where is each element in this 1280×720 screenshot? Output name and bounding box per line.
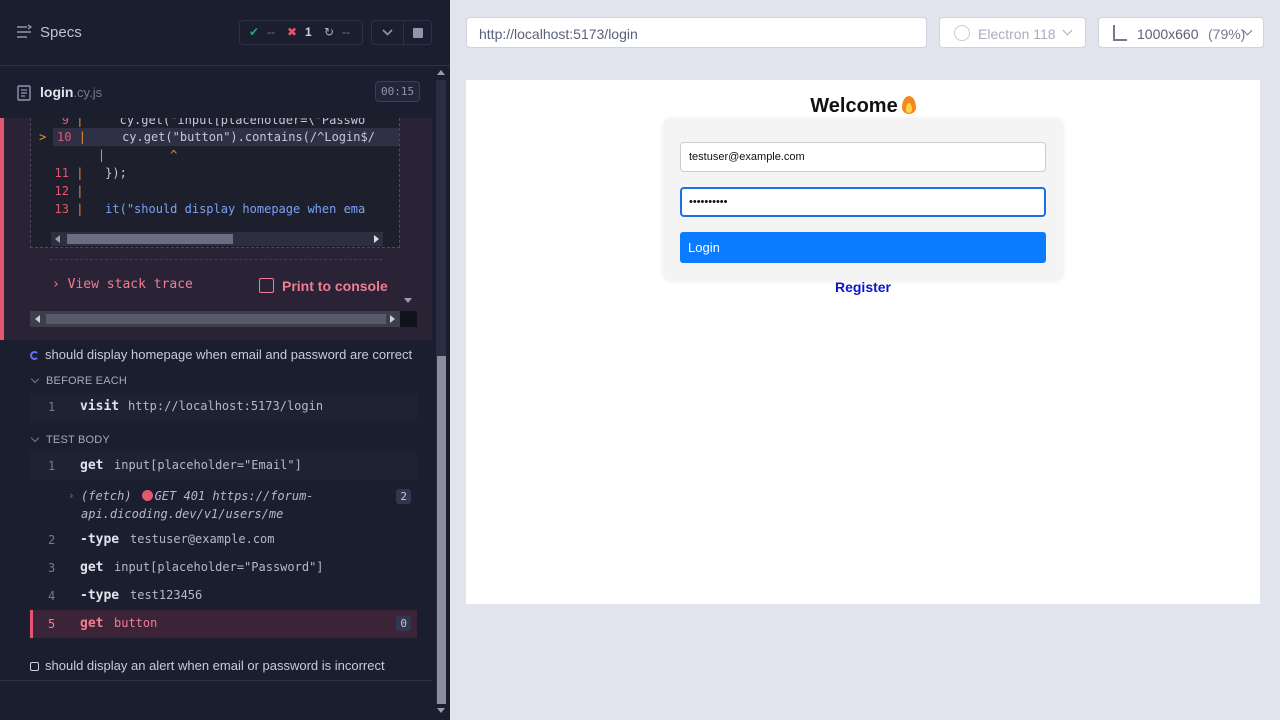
browser-label: Electron 118 — [978, 26, 1056, 42]
code-line: 12 | — [54, 184, 84, 198]
chevron-right-icon: › — [52, 277, 60, 292]
welcome-heading: Welcome — [466, 95, 1260, 118]
print-to-console-button[interactable]: Print to console — [282, 278, 388, 294]
password-input[interactable] — [680, 187, 1046, 217]
arrow-right-icon[interactable] — [390, 315, 395, 323]
ruler-icon — [1113, 25, 1127, 41]
email-input[interactable] — [680, 142, 1046, 172]
test-stats: ✔ -- ✖ 1 ↻ -- — [239, 20, 363, 45]
reporter-scrollbar[interactable] — [432, 66, 450, 720]
command-row[interactable]: 1 get input[placeholder="Email"] — [30, 452, 417, 480]
chevron-down-icon — [382, 29, 393, 36]
pending-icon: ↻ — [324, 25, 335, 39]
fire-icon — [901, 96, 916, 114]
code-line: > 10 | cy.get("button").contains(/^Login… — [39, 130, 375, 144]
before-each-header[interactable]: BEFORE EACH — [30, 374, 127, 387]
code-line: 13 | it("should display homepage when em… — [54, 202, 366, 216]
print-icon[interactable] — [259, 278, 274, 293]
test-body-header[interactable]: TEST BODY — [30, 433, 110, 446]
test-title-pending[interactable]: should display an alert when email or pa… — [30, 658, 385, 673]
specs-title[interactable]: Specs — [40, 24, 82, 41]
spec-duration: 00:15 — [375, 81, 421, 102]
fetch-count-badge: 2 — [396, 489, 411, 504]
chevron-down-button[interactable] — [371, 20, 404, 45]
fetch-log-row[interactable]: › (fetch) GET 401 https://forum-api.dicod… — [30, 483, 417, 525]
scrollbar-thumb[interactable] — [437, 356, 446, 704]
running-icon — [30, 351, 39, 360]
check-icon: ✔ — [249, 25, 260, 39]
viewport-selector[interactable]: 1000x660 (79%) — [1098, 17, 1264, 48]
specs-header: Specs ✔ -- ✖ 1 ↻ -- — [0, 0, 450, 66]
error-dot-icon — [141, 490, 153, 501]
command-row[interactable]: 4 -type test123456 — [30, 582, 417, 610]
register-link[interactable]: Register — [466, 279, 1260, 295]
failed-count: 1 — [305, 25, 312, 39]
error-vertical-scrollbar[interactable] — [400, 118, 415, 310]
command-count-badge: 0 — [396, 616, 411, 631]
chevron-down-icon — [30, 374, 40, 384]
browser-selector[interactable]: Electron 118 — [939, 17, 1086, 48]
x-icon: ✖ — [287, 25, 298, 39]
scrollbar-thumb[interactable] — [46, 314, 386, 324]
arrow-left-icon[interactable] — [35, 315, 40, 323]
fail-accent — [30, 610, 33, 638]
chevron-down-icon — [30, 433, 40, 443]
error-block: 9 | cy.get("input[placeholder=\"Passwo >… — [0, 118, 432, 340]
command-row-failed[interactable]: 5 get button 0 — [30, 610, 417, 638]
error-accent — [0, 118, 4, 340]
passed-count: -- — [267, 25, 275, 39]
scrollbar-corner — [400, 311, 417, 327]
pending-count: -- — [342, 25, 350, 39]
viewport-size: 1000x660 — [1137, 26, 1199, 42]
reporter-panel: Specs ✔ -- ✖ 1 ↻ -- login.cy.js 00:15 9 … — [0, 0, 450, 720]
viewport-zoom: (79%) — [1208, 26, 1246, 42]
spec-file-ext: .cy.js — [73, 85, 103, 100]
command-row[interactable]: 1 visit http://localhost:5173/login — [30, 393, 417, 421]
error-horizontal-scrollbar[interactable] — [30, 311, 400, 327]
code-line: 11 | }); — [54, 166, 127, 180]
divider — [0, 680, 432, 681]
code-frame-scrollbar[interactable] — [51, 232, 383, 246]
url-text: http://localhost:5173/login — [479, 26, 638, 42]
spec-file-row[interactable]: login.cy.js 00:15 — [0, 66, 432, 118]
login-form: Login — [663, 118, 1063, 280]
chevron-right-icon[interactable]: › — [68, 489, 75, 502]
arrow-left-icon[interactable] — [55, 235, 60, 243]
arrow-down-icon[interactable] — [404, 298, 412, 303]
square-icon — [30, 662, 39, 671]
spec-file-name: login.cy.js — [40, 84, 103, 100]
app-under-test: Welcome Login Register — [466, 80, 1260, 604]
electron-icon — [954, 25, 970, 41]
code-frame: 9 | cy.get("input[placeholder=\"Passwo >… — [30, 118, 400, 248]
arrow-up-icon[interactable] — [437, 70, 445, 75]
menu-icon[interactable] — [16, 24, 32, 40]
code-line: | ^ — [97, 148, 178, 162]
test-title-running[interactable]: should display homepage when email and p… — [30, 347, 412, 362]
chevron-down-icon — [1062, 25, 1073, 36]
scrollbar-thumb[interactable] — [67, 234, 233, 244]
command-row[interactable]: 2 -type testuser@example.com — [30, 526, 417, 554]
arrow-down-icon[interactable] — [437, 708, 445, 713]
file-icon — [17, 85, 31, 101]
view-stack-trace-button[interactable]: › View stack trace — [52, 277, 193, 292]
divider — [50, 259, 382, 260]
stop-button[interactable] — [404, 20, 432, 45]
login-button[interactable]: Login — [680, 232, 1046, 263]
command-row[interactable]: 3 get input[placeholder="Password"] — [30, 554, 417, 582]
arrow-right-icon[interactable] — [374, 235, 379, 243]
url-bar[interactable]: http://localhost:5173/login — [466, 17, 927, 48]
stop-icon — [413, 28, 423, 38]
